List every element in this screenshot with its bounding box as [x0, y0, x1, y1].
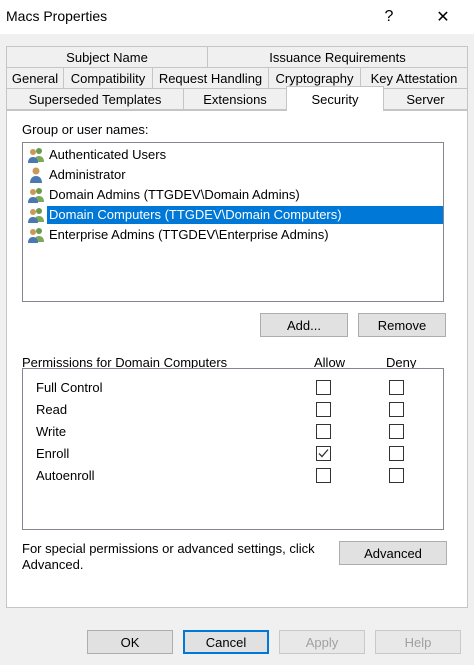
remove-button[interactable]: Remove: [358, 313, 446, 337]
close-title-button[interactable]: ✕: [420, 0, 466, 34]
group-icon: [28, 148, 44, 163]
help-button[interactable]: Help: [375, 630, 461, 654]
deny-checkbox[interactable]: [389, 446, 404, 461]
list-item[interactable]: Authenticated Users: [27, 145, 168, 165]
allow-checkbox[interactable]: [316, 468, 331, 483]
tab-server[interactable]: Server: [383, 88, 468, 110]
tab-request-handling[interactable]: Request Handling: [152, 67, 269, 89]
group-icon: [28, 208, 44, 223]
list-item[interactable]: Enterprise Admins (TTGDEV\Enterprise Adm…: [27, 225, 331, 245]
permission-name: Read: [36, 402, 68, 417]
tab-security[interactable]: Security: [286, 86, 384, 111]
deny-checkbox[interactable]: [389, 424, 404, 439]
user-name: Domain Computers (TTGDEV\Domain Computer…: [47, 206, 443, 224]
help-title-button[interactable]: ?: [366, 0, 412, 34]
tab-superseded-templates[interactable]: Superseded Templates: [6, 88, 184, 110]
advanced-hint-text: For special permissions or advanced sett…: [22, 541, 315, 572]
list-item[interactable]: Administrator: [27, 165, 128, 185]
help-icon: ?: [384, 8, 394, 25]
permission-row-enroll: Enroll: [23, 443, 443, 465]
permissions-list: Full Control Read Write Enroll Autoenrol…: [22, 368, 444, 530]
apply-button[interactable]: Apply: [279, 630, 365, 654]
advanced-button[interactable]: Advanced: [339, 541, 447, 565]
title-bar: Macs Properties ? ✕: [0, 0, 474, 34]
cancel-button[interactable]: Cancel: [183, 630, 269, 654]
user-icon: [30, 167, 42, 183]
user-name: Authenticated Users: [49, 147, 167, 162]
security-tab-panel: Group or user names: Authenticated Users…: [6, 110, 468, 608]
window-title: Macs Properties: [6, 8, 108, 24]
permission-name: Enroll: [36, 446, 70, 461]
permission-row-autoenroll: Autoenroll: [23, 465, 443, 487]
allow-checkbox[interactable]: [316, 380, 331, 395]
tab-general[interactable]: General: [6, 67, 64, 89]
group-icon: [28, 188, 44, 203]
deny-checkbox[interactable]: [389, 468, 404, 483]
tab-compatibility[interactable]: Compatibility: [63, 67, 153, 89]
add-button[interactable]: Add...: [260, 313, 348, 337]
ok-button[interactable]: OK: [87, 630, 173, 654]
permission-row-full-control: Full Control: [23, 377, 443, 399]
deny-checkbox[interactable]: [389, 380, 404, 395]
deny-checkbox[interactable]: [389, 402, 404, 417]
permission-row-write: Write: [23, 421, 443, 443]
group-icon: [28, 228, 44, 243]
allow-checkbox-checked[interactable]: [316, 446, 331, 461]
permission-name: Write: [36, 424, 67, 439]
tab-extensions[interactable]: Extensions: [183, 88, 287, 110]
user-name: Administrator: [49, 167, 126, 182]
list-item[interactable]: Domain Admins (TTGDEV\Domain Admins): [27, 185, 302, 205]
tab-issuance-requirements[interactable]: Issuance Requirements: [207, 46, 468, 68]
permission-name: Autoenroll: [36, 468, 95, 483]
allow-checkbox[interactable]: [316, 424, 331, 439]
close-icon: ✕: [436, 9, 450, 26]
list-item-selected[interactable]: Domain Computers (TTGDEV\Domain Computer…: [27, 205, 443, 225]
group-user-listbox[interactable]: Authenticated Users Administrator Domain…: [22, 142, 444, 302]
group-or-user-names-label: Group or user names:: [22, 122, 149, 137]
permission-row-read: Read: [23, 399, 443, 421]
checkmark-icon: [318, 449, 329, 458]
tab-subject-name[interactable]: Subject Name: [6, 46, 208, 68]
user-name: Enterprise Admins (TTGDEV\Enterprise Adm…: [49, 227, 329, 242]
permission-name: Full Control: [36, 380, 103, 395]
user-name: Domain Admins (TTGDEV\Domain Admins): [49, 187, 300, 202]
allow-checkbox[interactable]: [316, 402, 331, 417]
